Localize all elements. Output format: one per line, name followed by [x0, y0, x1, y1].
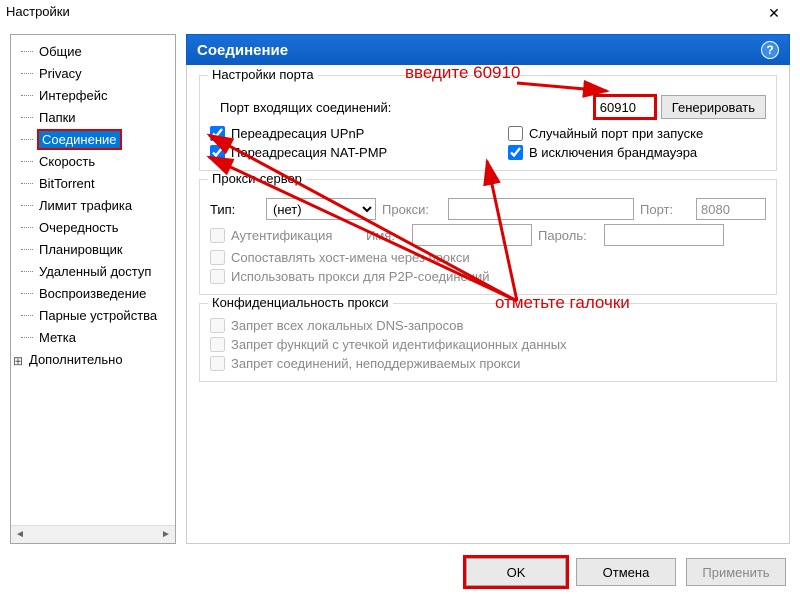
proxy-privacy-group: Конфиденциальность прокси Запрет всех ло… — [199, 303, 777, 382]
leak-block-checkbox[interactable]: Запрет функций с утечкой идентификационн… — [210, 337, 766, 352]
sidebar-item-10[interactable]: Удаленный доступ — [11, 261, 173, 283]
ok-button[interactable]: OK — [466, 558, 566, 586]
generate-port-button[interactable]: Генерировать — [661, 95, 766, 119]
port-group-label: Настройки порта — [208, 67, 318, 82]
close-icon[interactable]: ✕ — [756, 4, 792, 24]
sidebar-item-label: Дополнительно — [29, 352, 123, 367]
proxy-host-label: Прокси: — [382, 202, 442, 217]
proxy-group-label: Прокси-сервер — [208, 171, 306, 186]
panel-header: Соединение ? — [186, 34, 790, 65]
sidebar-item-label: Парные устройства — [39, 308, 157, 323]
proxy-pass-input[interactable] — [604, 224, 724, 246]
proxy-host-input[interactable] — [448, 198, 634, 220]
sidebar-item-label: Скорость — [39, 154, 95, 169]
sidebar-item-7[interactable]: Лимит трафика — [11, 195, 173, 217]
sidebar-item-label: Соединение — [39, 131, 120, 148]
sidebar-item-12[interactable]: Парные устройства — [11, 305, 173, 327]
sidebar-item-label: Интерфейс — [39, 88, 107, 103]
sidebar-item-label: Лимит трафика — [39, 198, 132, 213]
scroll-right-icon[interactable]: ► — [157, 527, 175, 543]
sidebar-item-14[interactable]: Дополнительно — [11, 349, 173, 371]
natpmp-checkbox[interactable]: Переадресация NAT-PMP — [210, 145, 468, 160]
cancel-button[interactable]: Отмена — [576, 558, 676, 586]
dns-block-checkbox[interactable]: Запрет всех локальных DNS-запросов — [210, 318, 766, 333]
port-settings-group: Настройки порта Порт входящих соединений… — [199, 75, 777, 171]
sidebar-item-13[interactable]: Метка — [11, 327, 173, 349]
proxy-group: Прокси-сервер Тип: (нет) Прокси: Порт: А… — [199, 179, 777, 295]
proxy-p2p-checkbox[interactable]: Использовать прокси для P2P-соединений — [210, 269, 766, 284]
proxy-user-input[interactable] — [412, 224, 532, 246]
sidebar-item-5[interactable]: Скорость — [11, 151, 173, 173]
sidebar-item-9[interactable]: Планировщик — [11, 239, 173, 261]
proxy-auth-checkbox[interactable]: Аутентификация — [210, 228, 360, 243]
sidebar-item-label: Очередность — [39, 220, 119, 235]
proxy-type-select[interactable]: (нет) — [266, 198, 376, 220]
sidebar-item-label: Метка — [39, 330, 76, 345]
sidebar-item-11[interactable]: Воспроизведение — [11, 283, 173, 305]
random-port-checkbox[interactable]: Случайный порт при запуске — [508, 126, 766, 141]
upnp-checkbox[interactable]: Переадресация UPnP — [210, 126, 468, 141]
sidebar-item-label: Планировщик — [39, 242, 123, 257]
scroll-left-icon[interactable]: ◄ — [11, 527, 29, 543]
firewall-exception-checkbox[interactable]: В исключения брандмауэра — [508, 145, 766, 160]
sidebar-item-0[interactable]: Общие — [11, 41, 173, 63]
panel-title: Соединение — [197, 42, 288, 59]
proxy-hostnames-checkbox[interactable]: Сопоставлять хост-имена через прокси — [210, 250, 766, 265]
proxy-type-label: Тип: — [210, 202, 260, 217]
help-icon[interactable]: ? — [761, 41, 779, 59]
sidebar-item-label: BitTorrent — [39, 176, 95, 191]
sidebar-item-6[interactable]: BitTorrent — [11, 173, 173, 195]
incoming-port-label: Порт входящих соединений: — [220, 100, 391, 115]
proxy-pass-label: Пароль: — [538, 228, 598, 243]
proxy-port-input[interactable] — [696, 198, 766, 220]
apply-button[interactable]: Применить — [686, 558, 786, 586]
incoming-port-input[interactable] — [595, 96, 655, 118]
sidebar-item-8[interactable]: Очередность — [11, 217, 173, 239]
sidebar-item-label: Общие — [39, 44, 82, 59]
unsupported-block-checkbox[interactable]: Запрет соединений, неподдерживаемых прок… — [210, 356, 766, 371]
dialog-button-bar: OK Отмена Применить — [466, 558, 786, 586]
sidebar-item-label: Удаленный доступ — [39, 264, 151, 279]
proxy-privacy-label: Конфиденциальность прокси — [208, 295, 393, 310]
window-title: Настройки — [6, 4, 70, 19]
settings-tree: Общие Privacy Интерфейс Папки Соединение Скор… — [10, 34, 176, 544]
tree-hscrollbar[interactable]: ◄ ► — [11, 525, 175, 543]
proxy-user-label: Имя: — [366, 228, 406, 243]
sidebar-item-2[interactable]: Интерфейс — [11, 85, 173, 107]
sidebar-item-4[interactable]: Соединение — [11, 129, 173, 151]
sidebar-item-label: Privacy — [39, 66, 82, 81]
sidebar-item-1[interactable]: Privacy — [11, 63, 173, 85]
proxy-port-label: Порт: — [640, 202, 690, 217]
sidebar-item-label: Папки — [39, 110, 76, 125]
sidebar-item-label: Воспроизведение — [39, 286, 146, 301]
sidebar-item-3[interactable]: Папки — [11, 107, 173, 129]
